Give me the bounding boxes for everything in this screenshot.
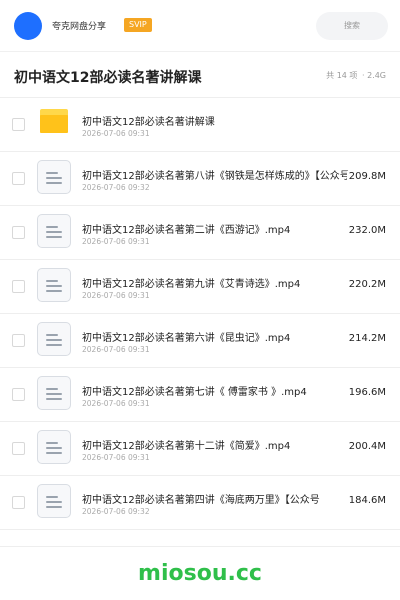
file-name: 初中语文12部必读名著第二讲《西游记》.mp4: [82, 225, 291, 236]
file-date: 2026-07-06 09:31: [82, 453, 150, 462]
list-item[interactable]: 初中语文12部必读名著第六讲《昆虫记》.mp4 2026-07-06 09:31…: [0, 314, 400, 368]
avatar[interactable]: [14, 12, 42, 40]
share-summary: 共 14 项 · 2.4G: [324, 70, 386, 81]
file-size: 200.4M: [346, 441, 386, 452]
file-name: 初中语文12部必读名著讲解课: [82, 117, 215, 128]
file-icon: [37, 160, 71, 194]
file-size: 214.2M: [346, 333, 386, 344]
file-name: 初中语文12部必读名著第九讲《艾青诗选》.mp4: [82, 279, 301, 290]
select-checkbox[interactable]: [12, 118, 25, 131]
file-date: 2026-07-06 09:31: [82, 345, 150, 354]
select-checkbox[interactable]: [12, 334, 25, 347]
list-item[interactable]: 初中语文12部必读名著第八讲《钢铁是怎样炼成的》【公众号 2026-07-06 …: [0, 152, 400, 206]
site-watermark: miosou.cc: [138, 561, 262, 586]
file-date: 2026-07-06 09:32: [82, 507, 150, 516]
select-checkbox[interactable]: [12, 280, 25, 293]
select-checkbox[interactable]: [12, 172, 25, 185]
file-date: 2026-07-06 09:31: [82, 291, 150, 300]
share-title-row: 初中语文12部必读名著讲解课 共 14 项 · 2.4G: [0, 52, 400, 98]
folder-icon: [40, 109, 68, 133]
search-input[interactable]: 搜索: [316, 12, 388, 40]
select-checkbox[interactable]: [12, 442, 25, 455]
file-icon: [37, 484, 71, 518]
file-size: 209.8M: [346, 171, 386, 182]
list-item[interactable]: 初中语文12部必读名著第九讲《艾青诗选》.mp4 2026-07-06 09:3…: [0, 260, 400, 314]
file-size: 220.2M: [346, 279, 386, 290]
file-icon: [37, 322, 71, 356]
file-name: 初中语文12部必读名著第六讲《昆虫记》.mp4: [82, 333, 291, 344]
file-list: 初中语文12部必读名著讲解课 2026-07-06 09:31 初中语文12部必…: [0, 98, 400, 530]
file-size: 232.0M: [346, 225, 386, 236]
list-item[interactable]: 初中语文12部必读名著第十二讲《简爱》.mp4 2026-07-06 09:31…: [0, 422, 400, 476]
select-checkbox[interactable]: [12, 226, 25, 239]
svip-badge: SVIP: [124, 18, 152, 32]
total-size: · 2.4G: [361, 71, 386, 80]
file-icon: [37, 268, 71, 302]
file-date: 2026-07-06 09:31: [82, 237, 150, 246]
list-item[interactable]: 初中语文12部必读名著第四讲《海底两万里》【公众号 2026-07-06 09:…: [0, 476, 400, 530]
brand-name: 夸克网盘分享: [52, 22, 107, 32]
list-item[interactable]: 初中语文12部必读名著讲解课 2026-07-06 09:31: [0, 98, 400, 152]
file-name: 初中语文12部必读名著第四讲《海底两万里》【公众号: [82, 495, 320, 506]
page-title: 初中语文12部必读名著讲解课: [14, 70, 202, 86]
file-name: 初中语文12部必读名著第七讲《 傅雷家书 》.mp4: [82, 387, 307, 398]
list-item[interactable]: 初中语文12部必读名著第七讲《 傅雷家书 》.mp4 2026-07-06 09…: [0, 368, 400, 422]
file-icon: [37, 376, 71, 410]
file-date: 2026-07-06 09:32: [82, 183, 150, 192]
file-size: 184.6M: [346, 495, 386, 506]
select-checkbox[interactable]: [12, 496, 25, 509]
select-checkbox[interactable]: [12, 388, 25, 401]
file-date: 2026-07-06 09:31: [82, 399, 150, 408]
file-name: 初中语文12部必读名著第十二讲《简爱》.mp4: [82, 441, 291, 452]
header-bar: 夸克网盘分享 SVIP 搜索: [0, 0, 400, 52]
file-icon: [37, 214, 71, 248]
footer: miosou.cc: [0, 546, 400, 600]
file-date: 2026-07-06 09:31: [82, 129, 150, 138]
file-size: 196.6M: [346, 387, 386, 398]
list-item[interactable]: 初中语文12部必读名著第二讲《西游记》.mp4 2026-07-06 09:31…: [0, 206, 400, 260]
item-count: 共 14 项: [326, 71, 358, 80]
file-name: 初中语文12部必读名著第八讲《钢铁是怎样炼成的》【公众号: [82, 171, 350, 182]
file-icon: [37, 430, 71, 464]
